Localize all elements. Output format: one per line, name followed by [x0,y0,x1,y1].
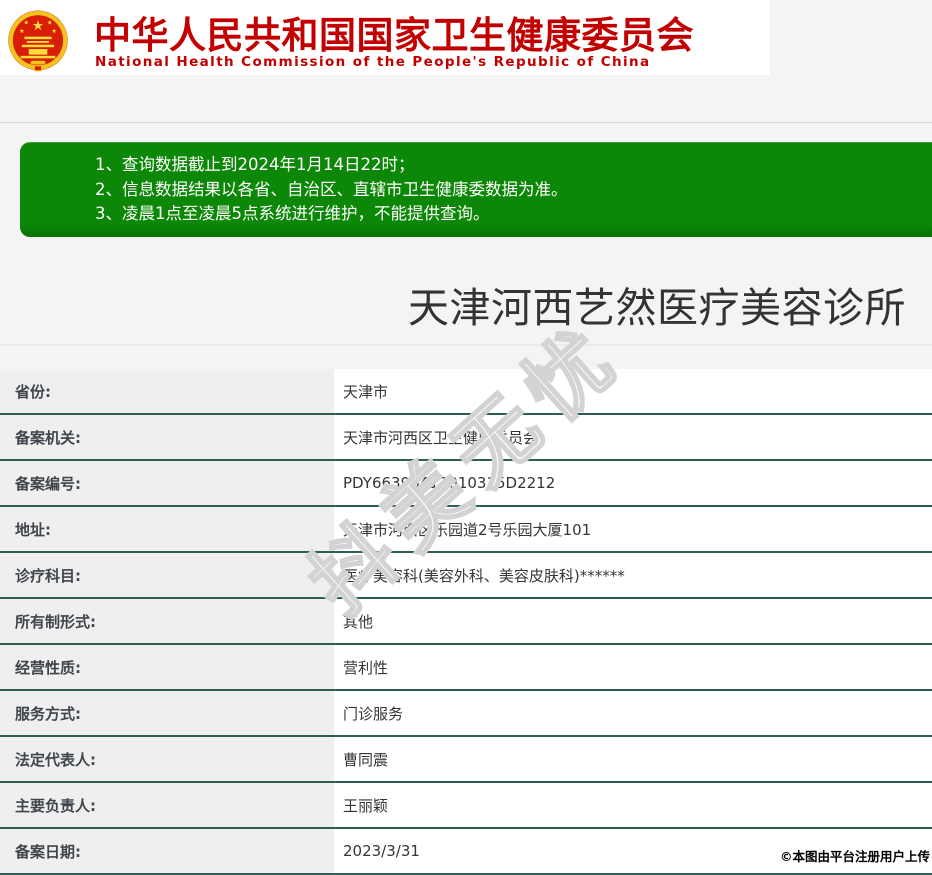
row-label: 经营性质: [0,645,334,689]
row-value: 天津市河西区卫生健康委员会 [334,415,932,459]
table-row: 备案编号: PDY66396412010315D2212 [0,461,932,507]
site-header: ★ ★ ★ ★ ★ 中华人民共和国国家卫生健康委员会 National Heal… [0,0,770,75]
site-title-english: National Health Commission of the People… [95,54,651,70]
institution-name: 天津河西艺然医疗美容诊所 [408,284,906,332]
notice-line-1: 1、查询数据截止到2024年1月14日22时； [95,155,415,174]
row-label: 服务方式: [0,691,334,735]
notice-banner: 1、查询数据截止到2024年1月14日22时； 2、信息数据结果以各省、自治区、… [20,142,932,237]
row-label: 省份: [0,369,334,413]
svg-text:★: ★ [19,28,25,35]
row-label: 备案机关: [0,415,334,459]
row-label: 备案日期: [0,829,334,873]
table-row: 经营性质: 营利性 [0,645,932,691]
row-label: 所有制形式: [0,599,334,643]
svg-text:★: ★ [23,19,29,26]
record-table: 省份: 天津市 备案机关: 天津市河西区卫生健康委员会 备案编号: PDY663… [0,369,932,875]
table-row: 省份: 天津市 [0,369,932,415]
svg-text:★: ★ [51,28,57,35]
row-value: 天津市 [334,369,932,413]
row-value: 营利性 [334,645,932,689]
svg-text:★: ★ [47,19,53,26]
row-label: 法定代表人: [0,737,334,781]
table-row: 服务方式: 门诊服务 [0,691,932,737]
row-value: PDY66396412010315D2212 [334,461,932,505]
row-value: 其他 [334,599,932,643]
row-value: 医疗美容科(美容外科、美容皮肤科)****** [334,553,932,597]
table-row: 主要负责人: 王丽颖 [0,783,932,829]
row-value: 天津市河西区乐园道2号乐园大厦101 [334,507,932,551]
header-divider [0,122,932,123]
table-row: 法定代表人: 曹同震 [0,737,932,783]
table-row: 备案机关: 天津市河西区卫生健康委员会 [0,415,932,461]
row-value: 王丽颖 [334,783,932,827]
notice-line-2: 2、信息数据结果以各省、自治区、直辖市卫生健康委数据为准。 [95,179,568,199]
notice-line-3: 3、凌晨1点至凌晨5点系统进行维护，不能提供查询。 [95,204,490,224]
row-label: 地址: [0,507,334,551]
copyright-watermark: ©本图由平台注册用户上传 [779,849,930,864]
table-row: 地址: 天津市河西区乐园道2号乐园大厦101 [0,507,932,553]
row-label: 诊疗科目: [0,553,334,597]
site-title-chinese: 中华人民共和国国家卫生健康委员会 [94,14,694,57]
row-label: 备案编号: [0,461,334,505]
row-value: 门诊服务 [334,691,932,735]
prc-national-emblem-icon: ★ ★ ★ ★ ★ [7,2,69,80]
row-value: 曹同震 [334,737,932,781]
svg-text:★: ★ [32,18,44,34]
section-divider [0,344,932,346]
table-row: 所有制形式: 其他 [0,599,932,645]
row-label: 主要负责人: [0,783,334,827]
table-row: 诊疗科目: 医疗美容科(美容外科、美容皮肤科)****** [0,553,932,599]
